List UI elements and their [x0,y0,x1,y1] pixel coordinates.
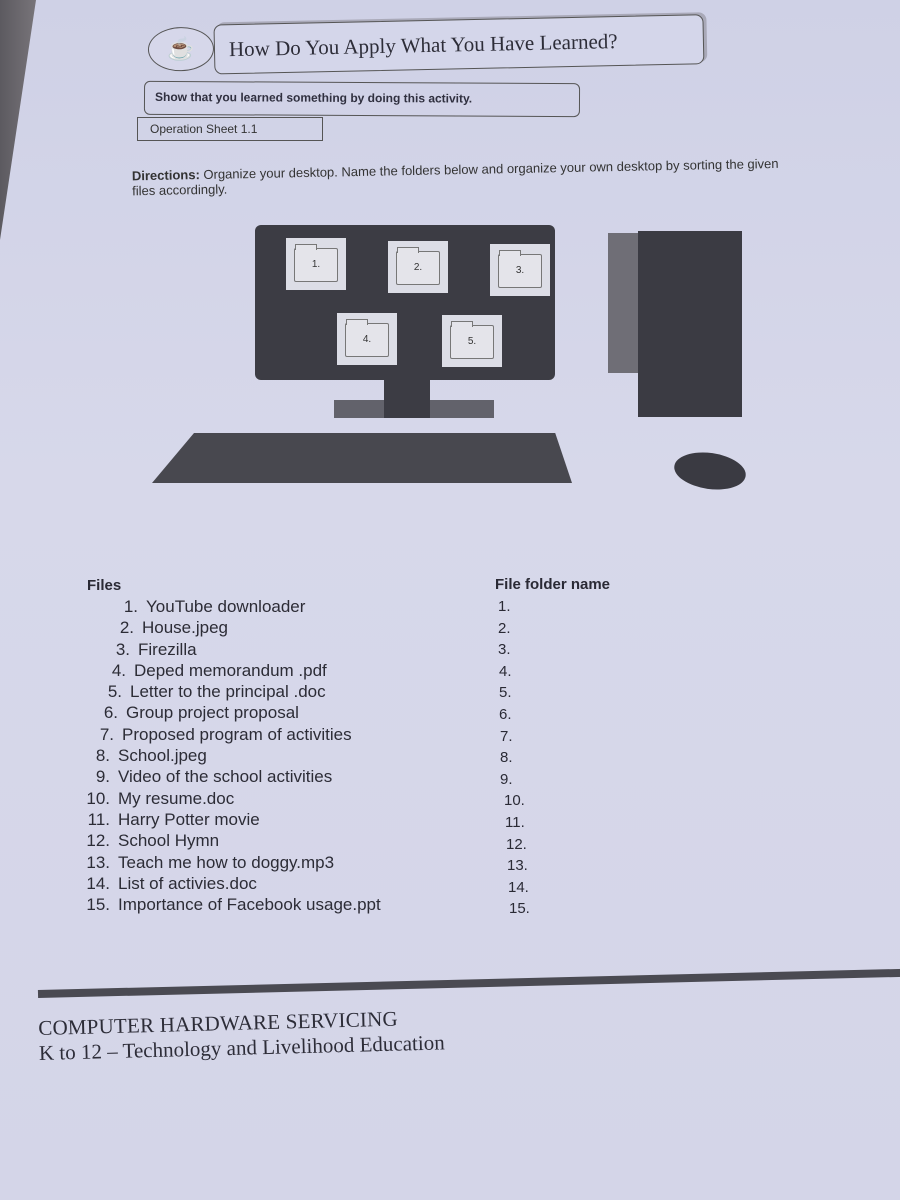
folder-name-blank: 9. [500,770,513,788]
item-number: 7. [99,724,114,744]
files-list: 1. YouTube downloader 2. House.jpeg 3. Firezi… [86,596,492,915]
system-unit-icon [638,231,742,417]
folder-name-blank: 1. [498,598,511,615]
folder-name-blank: 2. [498,619,511,637]
activity-subtitle: Show that you learned something by doing… [143,80,581,118]
folder-icon: 5. [442,315,502,367]
item-number: 11. [87,809,110,829]
item-number: 13. [86,852,110,872]
folder-name-blank: 10. [504,792,525,810]
file-name: Video of the school activities [118,767,333,787]
file-list-item: 11. Harry Potter movie [80,809,492,830]
folder-name-blank: 14. [508,878,529,896]
folder-name-blank: 11. [505,813,525,831]
header-banner: ☕ How Do You Apply What You Have Learned… [147,12,708,84]
footer: COMPUTER HARDWARE SERVICING K to 12 – Te… [38,1005,445,1066]
file-list-item: 9. Video of the school activities [80,766,492,787]
item-number: 3. [115,639,130,659]
file-name: School Hymn [118,831,220,851]
computer-illustration: 1. 2. 3. 4. 5. [148,225,758,495]
file-list-item: 7. Proposed program of activities [84,724,492,745]
item-number: 10. [86,788,110,808]
file-list-item: 13. Teach me how to doggy.mp3 [80,852,492,873]
item-number: 5. [107,682,122,702]
folder-name-blank: 7. [500,727,513,745]
file-name: Harry Potter movie [118,809,260,829]
file-list-item: 2. House.jpeg [104,617,492,638]
keyboard-icon [152,433,572,483]
file-name: Importance of Facebook usage.ppt [118,895,381,915]
file-name: Firezilla [138,639,197,659]
item-number: 9. [95,767,110,787]
directions-label: Directions: [131,167,200,184]
file-list-item: 8. School.jpeg [80,745,492,766]
tower-side [608,233,638,373]
file-name: Proposed program of activities [122,724,352,744]
item-number: 6. [103,703,118,723]
folder-name-blank: 12. [506,835,527,853]
item-number: 14. [86,873,110,893]
item-number: 15. [86,895,110,915]
file-list-item: 6. Group project proposal [88,702,492,723]
monitor-neck [384,380,430,418]
folder-name-blank: 6. [499,705,512,723]
folder-name-blank: 15. [509,900,530,918]
item-number: 12. [86,831,110,851]
folder-icon: 2. [388,241,448,293]
item-number: 8. [95,746,110,766]
folder-name-blank: 4. [499,662,512,680]
operation-sheet-label: Operation Sheet 1.1 [137,117,323,141]
folder-name-blank: 8. [500,749,513,767]
mouse-icon [671,448,749,494]
mascot-icon: ☕ [147,26,215,72]
file-list-item: 1. YouTube downloader [108,596,492,617]
file-list-item: 5. Letter to the principal .doc [92,681,492,702]
file-name: House.jpeg [142,618,229,638]
file-name: YouTube downloader [146,597,306,616]
file-list-item: 12. School Hymn [80,830,492,851]
file-name: Teach me how to doggy.mp3 [118,852,335,872]
folder-icon: 1. [286,238,346,290]
file-name: Deped memorandum .pdf [134,660,327,680]
file-name: My resume.doc [118,788,235,808]
file-list-item: 15. Importance of Facebook usage.ppt [80,894,492,915]
page-title: How Do You Apply What You Have Learned? [213,14,705,75]
file-list-item: 14. List of activies.doc [80,873,492,894]
file-name: List of activies.doc [118,873,257,893]
file-list-item: 3. Firezilla [100,639,492,660]
file-list-item: 4. Deped memorandum .pdf [96,660,492,681]
file-name: School.jpeg [118,746,207,766]
file-list-item: 10. My resume.doc [80,788,492,809]
file-name: Group project proposal [126,703,299,723]
folder-name-blank: 5. [499,684,512,702]
monitor-icon: 1. 2. 3. 4. 5. [255,225,555,380]
folder-icon: 3. [490,244,550,296]
files-heading: Files [87,577,122,594]
item-number: 2. [119,618,134,638]
item-number: 1. [123,597,138,616]
folder-name-blank: 3. [498,641,511,659]
file-folder-name-heading: File folder name [495,576,611,593]
folder-icon: 4. [337,313,397,365]
file-folder-name-list: 1. 2. 3. 4. 5. 6. 7. 8. 9. 10. 11. 12. 13. 14. 15. [498,596,530,920]
file-name: Letter to the principal .doc [130,682,326,702]
folder-name-blank: 13. [507,857,528,875]
item-number: 4. [111,660,126,680]
